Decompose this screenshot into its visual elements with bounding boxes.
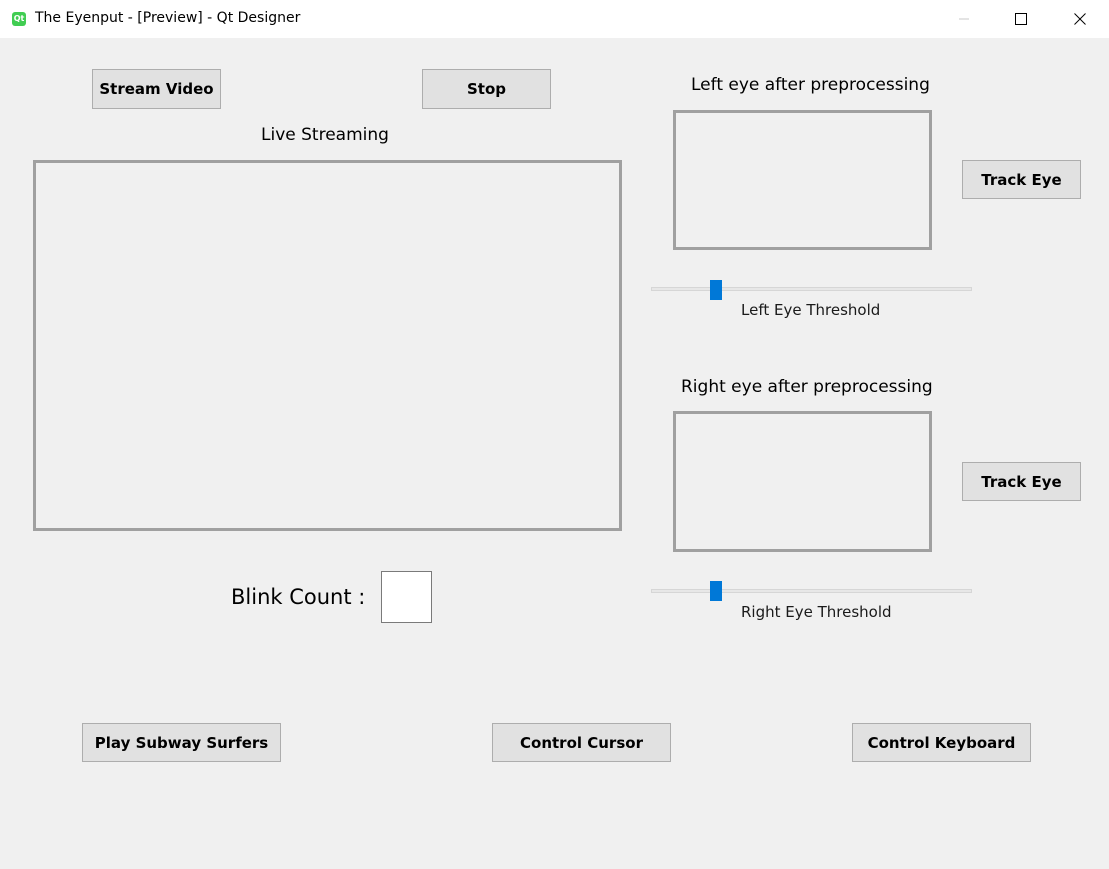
qt-app-icon: Qt (12, 12, 26, 26)
left-slider-handle[interactable] (710, 280, 722, 300)
right-eye-threshold-label: Right Eye Threshold (741, 603, 892, 621)
left-eye-label: Left eye after preprocessing (691, 75, 930, 95)
control-cursor-button[interactable]: Control Cursor (492, 723, 671, 762)
blink-count-value (381, 571, 432, 623)
maximize-button[interactable] (992, 0, 1050, 38)
window-title: The Eyenput - [Preview] - Qt Designer (35, 10, 301, 26)
minimize-button[interactable] (935, 0, 993, 38)
maximize-icon (1015, 13, 1027, 25)
track-eye-left-button[interactable]: Track Eye (962, 160, 1081, 199)
control-keyboard-button[interactable]: Control Keyboard (852, 723, 1031, 762)
right-eye-view (673, 411, 932, 552)
right-slider-track[interactable] (651, 589, 972, 593)
title-bar: Qt The Eyenput - [Preview] - Qt Designer (0, 0, 1109, 38)
play-subway-surfers-button[interactable]: Play Subway Surfers (82, 723, 281, 762)
blink-count-label: Blink Count : (231, 585, 366, 609)
stream-video-button[interactable]: Stream Video (92, 69, 221, 109)
right-eye-label: Right eye after preprocessing (681, 377, 933, 397)
left-slider-track[interactable] (651, 287, 972, 291)
minimize-icon (959, 18, 969, 20)
left-eye-view (673, 110, 932, 250)
live-streaming-label: Live Streaming (261, 125, 389, 145)
live-stream-view (33, 160, 622, 531)
close-icon (1074, 13, 1086, 25)
stop-button[interactable]: Stop (422, 69, 551, 109)
right-slider-handle[interactable] (710, 581, 722, 601)
close-button[interactable] (1051, 0, 1109, 38)
track-eye-right-button[interactable]: Track Eye (962, 462, 1081, 501)
main-window-content: Stream Video Stop Live Streaming Left ey… (0, 38, 1109, 869)
left-eye-threshold-label: Left Eye Threshold (741, 301, 881, 319)
